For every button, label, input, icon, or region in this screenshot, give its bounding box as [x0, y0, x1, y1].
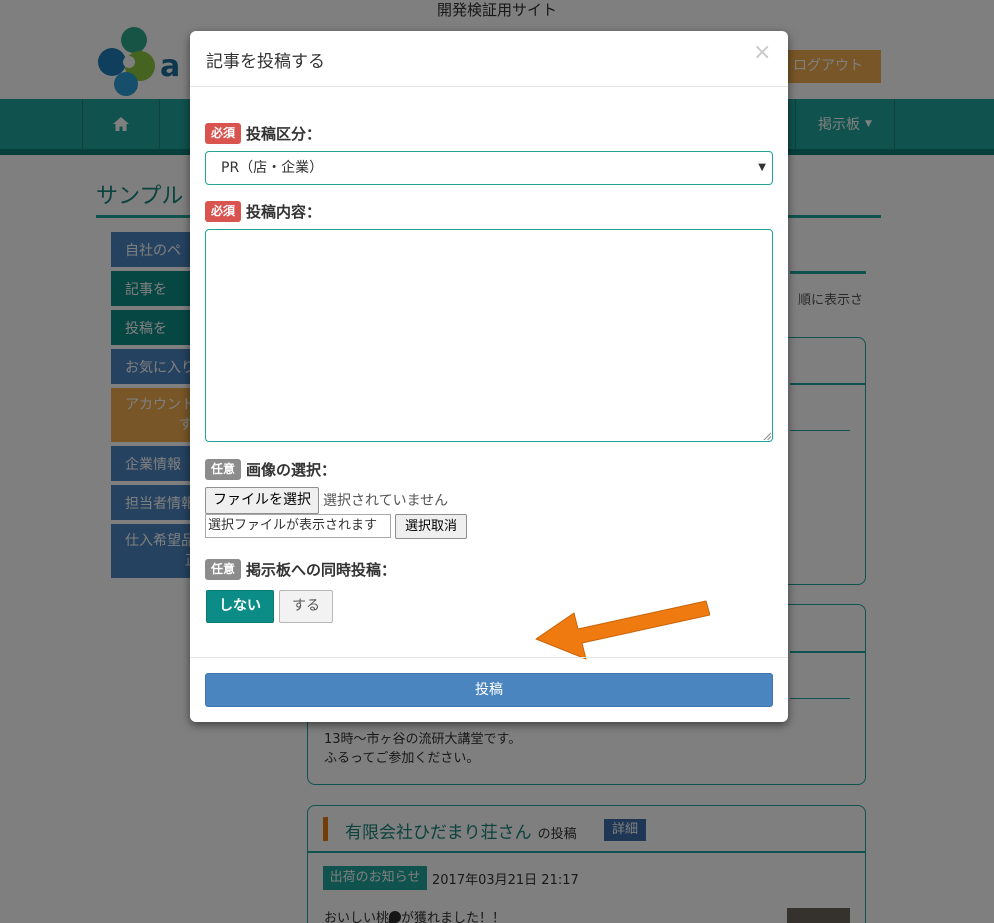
image-label: 画像の選択：	[246, 461, 337, 479]
choose-file-button[interactable]: ファイルを選択	[205, 487, 319, 514]
clear-selection-button[interactable]: 選択取消	[395, 514, 467, 539]
board-toggle-on-button[interactable]: する	[279, 590, 333, 623]
modal-header: 記事を投稿する ×	[190, 31, 788, 87]
selected-file-display: 選択ファイルが表示されます	[205, 514, 391, 538]
select-arrow-icon: ▼	[758, 162, 766, 173]
category-label: 投稿区分：	[246, 125, 322, 143]
modal-title: 記事を投稿する	[206, 52, 325, 72]
optional-badge: 任意	[205, 459, 242, 480]
submit-post-button[interactable]: 投稿	[205, 673, 773, 707]
category-select[interactable]: PR（店・企業） ▼	[205, 151, 773, 185]
close-icon[interactable]: ×	[753, 41, 771, 65]
modal-footer-divider	[190, 657, 788, 658]
category-field-label: 必須 投稿区分：	[205, 123, 321, 144]
post-article-modal: 記事を投稿する × 必須 投稿区分： PR（店・企業） ▼ 必須 投稿内容： 任…	[190, 31, 788, 722]
required-badge: 必須	[205, 123, 242, 144]
board-field-label: 任意 掲示板への同時投稿：	[205, 559, 396, 580]
annotation-arrow-icon	[535, 600, 710, 660]
content-textarea[interactable]	[205, 229, 773, 442]
required-badge: 必須	[205, 201, 242, 222]
board-label: 掲示板への同時投稿：	[246, 561, 397, 579]
board-toggle-off-button[interactable]: しない	[206, 590, 274, 623]
category-select-value: PR（店・企業）	[221, 160, 324, 176]
optional-badge: 任意	[205, 559, 242, 580]
image-field-label: 任意 画像の選択：	[205, 459, 336, 480]
file-status-text: 選択されていません	[323, 493, 449, 509]
resize-grip-icon[interactable]	[763, 432, 771, 440]
content-label: 投稿内容：	[246, 203, 322, 221]
content-field-label: 必須 投稿内容：	[205, 201, 321, 222]
